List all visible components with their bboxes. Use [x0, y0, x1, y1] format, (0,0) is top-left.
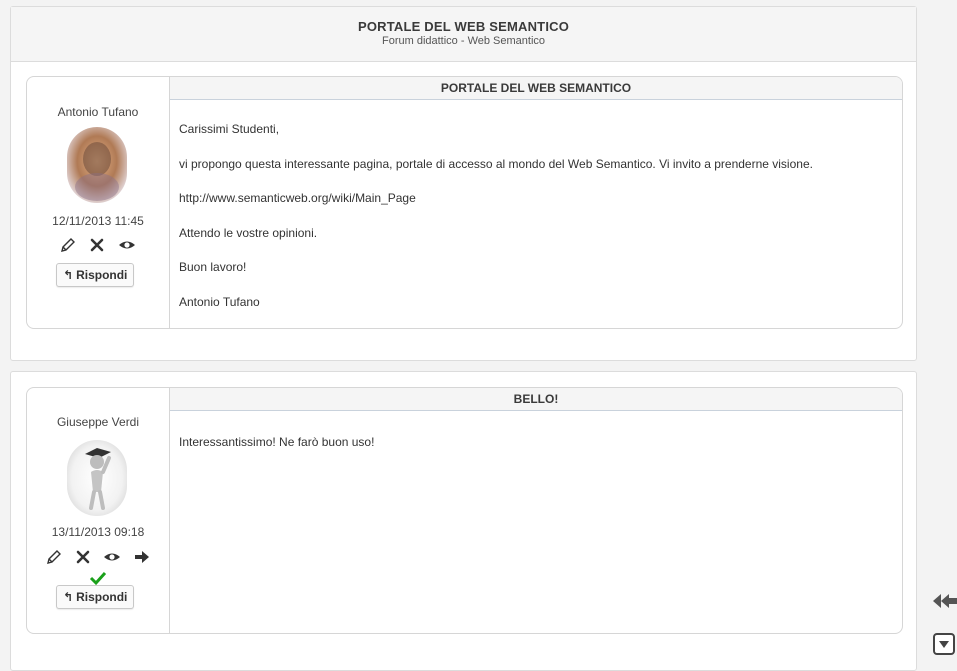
post-paragraph: Antonio Tufano — [179, 294, 260, 309]
post-title: BELLO! — [170, 388, 902, 411]
post-actions — [27, 546, 169, 587]
post-date: 13/11/2013 09:18 — [51, 525, 145, 539]
reply-label: Rispondi — [76, 590, 128, 604]
post-date: 12/11/2013 11:45 — [52, 214, 144, 228]
delete-icon[interactable] — [75, 547, 91, 567]
scroll-down-icon[interactable] — [933, 633, 955, 660]
post-paragraph: Interessantissimo! Ne farò buon uso! — [179, 435, 375, 449]
author-name: Antonio Tufano — [57, 105, 139, 119]
post-author-panel: Giuseppe Verdi 13/11/2013 09:18 ↰ Rispon… — [27, 388, 170, 633]
forum-subtitle: Forum didattico - Web Semantico — [381, 35, 546, 47]
fast-backward-icon[interactable] — [931, 592, 957, 615]
author-name: Giuseppe Verdi — [56, 415, 140, 429]
reply-button[interactable]: ↰ Rispondi — [56, 263, 135, 287]
post-body: Interessantissimo! Ne farò buon uso! — [179, 434, 892, 469]
post-body: Carissimi Studenti, vi propongo questa i… — [179, 121, 892, 328]
eye-icon[interactable] — [103, 547, 121, 567]
reply-icon: ↰ — [63, 268, 74, 282]
post-paragraph: Attendo le vostre opinioni. — [179, 225, 318, 240]
post: Antonio Tufano 12/11/2013 11:45 ↰ Rispon… — [26, 76, 903, 329]
post-author-panel: Antonio Tufano 12/11/2013 11:45 ↰ Rispon… — [27, 77, 170, 328]
avatar[interactable] — [67, 127, 127, 203]
arrow-right-icon[interactable] — [134, 547, 150, 567]
eye-icon[interactable] — [118, 235, 136, 255]
pencil-icon[interactable] — [60, 235, 76, 255]
pencil-icon[interactable] — [46, 547, 62, 567]
post-paragraph: Buon lavoro! — [179, 260, 247, 274]
post-paragraph: vi propongo questa interessante pagina, … — [179, 156, 813, 171]
avatar[interactable] — [67, 440, 127, 516]
post-link[interactable]: http://www.semanticweb.org/wiki/Main_Pag… — [179, 190, 892, 206]
delete-icon[interactable] — [89, 235, 105, 255]
post-actions — [27, 234, 169, 255]
post: Giuseppe Verdi 13/11/2013 09:18 ↰ Rispon… — [26, 387, 903, 634]
reply-icon: ↰ — [63, 590, 74, 604]
post-paragraph: Carissimi Studenti, — [179, 122, 280, 136]
post-title: PORTALE DEL WEB SEMANTICO — [170, 77, 902, 100]
forum-header: PORTALE DEL WEB SEMANTICO Forum didattic… — [11, 7, 916, 62]
reply-button[interactable]: ↰ Rispondi — [56, 585, 135, 609]
forum-title: PORTALE DEL WEB SEMANTICO — [357, 19, 570, 34]
reply-label: Rispondi — [76, 268, 128, 282]
